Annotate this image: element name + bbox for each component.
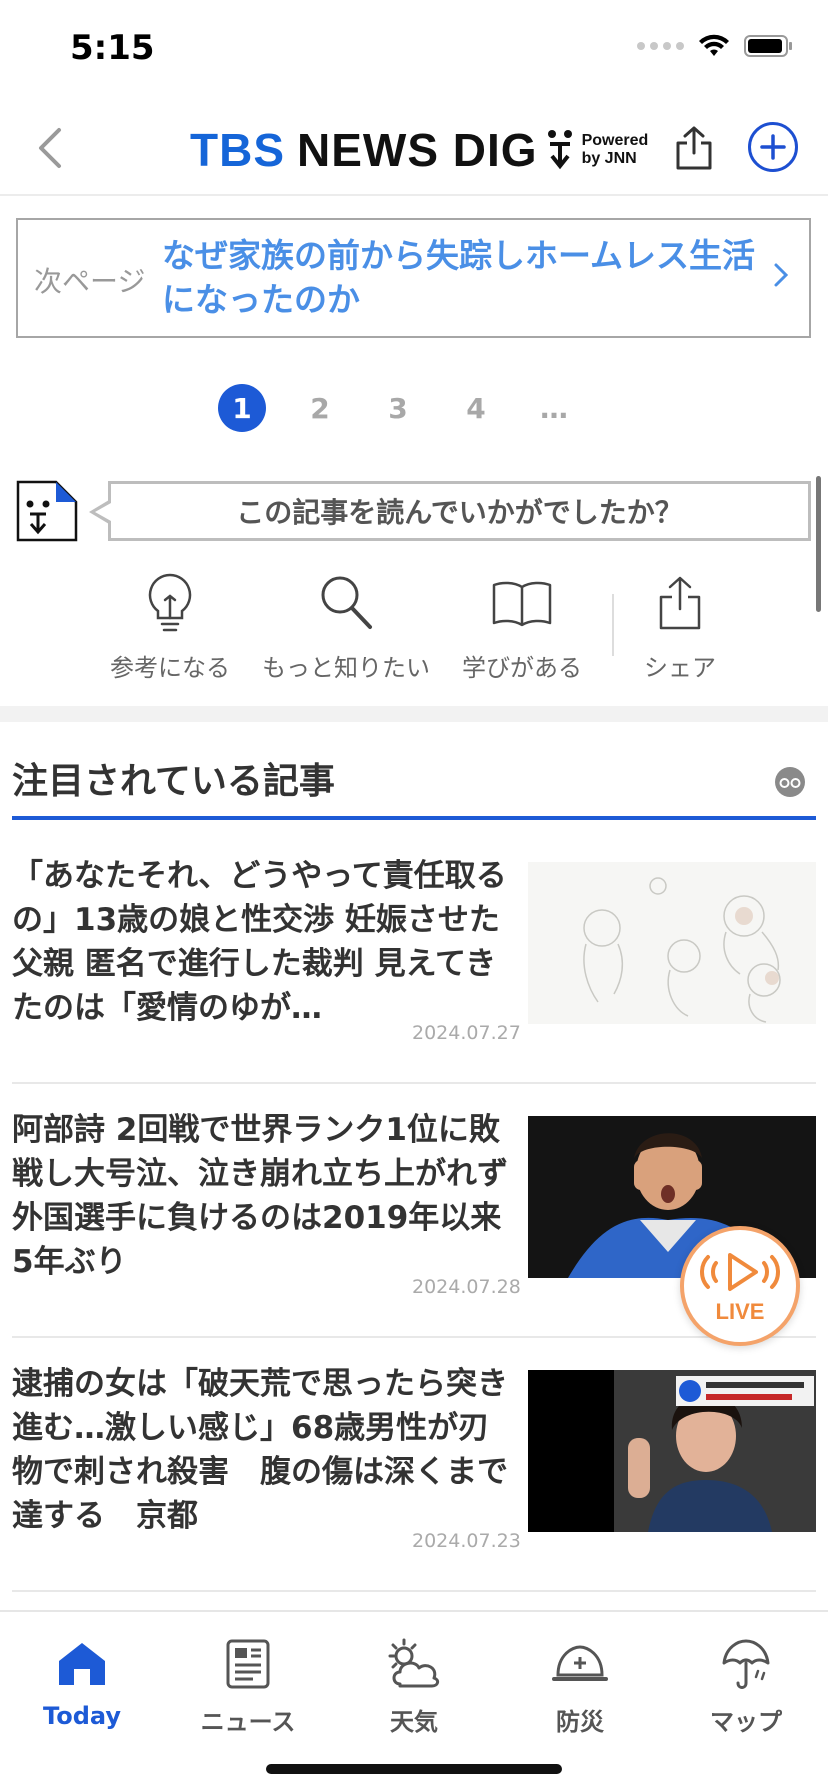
add-button[interactable] [748,122,798,172]
helmet-icon [510,1632,650,1696]
tbs-news-dig-logo: TBS NEWS DIG Powered by JNN [190,120,648,180]
tab-today[interactable]: Today [12,1632,152,1730]
article-title: 逮捕の女は「破天荒で思ったら突き進む…激しい感じ」68歳男性が刃物で刺され殺害 … [12,1366,508,1534]
share-icon [630,570,730,636]
tab-label: 天気 [390,1708,438,1736]
logo-tbs-text: TBS [190,124,285,176]
reaction-label: 学びがある [462,654,582,682]
tab-map[interactable]: マップ [676,1632,816,1737]
divider [612,594,614,656]
tab-disaster[interactable]: 防災 [510,1632,650,1737]
plus-icon [760,134,786,160]
reaction-want-more-button[interactable]: もっと知りたい [258,570,434,682]
reaction-share-button[interactable]: シェア [630,570,730,682]
home-indicator [266,1764,562,1774]
article-thumbnail [528,862,816,1024]
feedback-prompt: この記事を読んでいかがでしたか？ [89,481,811,541]
article-thumbnail [528,1370,816,1532]
home-icon [12,1632,152,1696]
section-underline [12,816,816,820]
logo-news-dig-text: NEWS DIG [297,124,538,176]
status-bar: 5:15 [0,0,828,100]
tab-label: マップ [710,1708,782,1736]
chevron-left-icon [39,128,61,168]
share-icon [676,126,712,170]
app-header: TBS NEWS DIG Powered by JNN [0,100,828,196]
section-divider [0,706,828,722]
mascot-icon [16,480,78,542]
reaction-helpful-button[interactable]: 参考になる [96,570,244,682]
tab-label: ニュース [200,1708,296,1736]
pagination: 1 2 3 4 … [0,384,828,434]
signal-icon [637,42,684,50]
newspaper-icon [178,1632,318,1696]
back-button[interactable] [20,118,80,178]
tab-label: 防災 [556,1708,604,1736]
live-button[interactable]: LIVE [680,1226,800,1346]
next-page-label: 次ページ [34,265,146,298]
page-3[interactable]: 3 [374,384,422,432]
article-date: 2024.07.28 [412,1276,521,1298]
chevron-right-icon [773,262,789,292]
powered-by-jnn: Powered by JNN [582,132,649,168]
tab-label: Today [43,1702,121,1730]
article-date: 2024.07.23 [412,1530,521,1552]
article-item[interactable]: 「あなたそれ、どうやって責任取るの」13歳の娘と性交渉 妊娠させた父親 匿名で進… [12,830,816,1084]
battery-icon [744,35,792,57]
article-title: 「あなたそれ、どうやって責任取るの」13歳の娘と性交渉 妊娠させた父親 匿名で進… [12,858,507,1026]
reaction-label: もっと知りたい [262,654,430,682]
tab-weather[interactable]: 天気 [344,1632,484,1737]
status-icons [637,34,794,58]
article-date: 2024.07.27 [412,1022,521,1044]
next-page-link[interactable]: 次ページ なぜ家族の前から失踪しホームレス生活になったのか [16,218,811,338]
wifi-icon [699,34,729,56]
page-4[interactable]: 4 [452,384,500,432]
lightbulb-icon [96,570,244,636]
powered-line: Powered [581,132,649,149]
article-title: 阿部詩 2回戦で世界ランク1位に敗戦し大号泣、泣き崩れ立ち上がれず 外国選手に負… [12,1112,508,1280]
status-time: 5:15 [70,28,155,68]
page-1[interactable]: 1 [218,384,266,432]
page-2[interactable]: 2 [296,384,344,432]
magnifier-icon [258,570,434,636]
weather-icon [344,1632,484,1696]
reaction-label: 参考になる [110,654,230,682]
reaction-learned-button[interactable]: 学びがある [454,570,590,682]
umbrella-map-icon [676,1632,816,1696]
header-share-button[interactable] [666,118,722,178]
book-icon [454,570,590,636]
by-jnn-line: by JNN [581,150,637,167]
glasses-icon [774,766,806,802]
play-broadcast-icon [700,1253,780,1291]
article-item[interactable]: 逮捕の女は「破天荒で思ったら突き進む…激しい感じ」68歳男性が刃物で刺され殺害 … [12,1338,816,1592]
page-more[interactable]: … [530,384,578,432]
next-page-title: なぜ家族の前から失踪しホームレス生活になったのか [162,236,756,319]
trending-section-title: 注目されている記事 [12,761,335,802]
scrollbar[interactable] [816,476,821,612]
reaction-label: シェア [644,654,716,682]
tab-news[interactable]: ニュース [178,1632,318,1737]
live-label: LIVE [715,1299,765,1324]
dig-mascot-icon [546,128,574,172]
